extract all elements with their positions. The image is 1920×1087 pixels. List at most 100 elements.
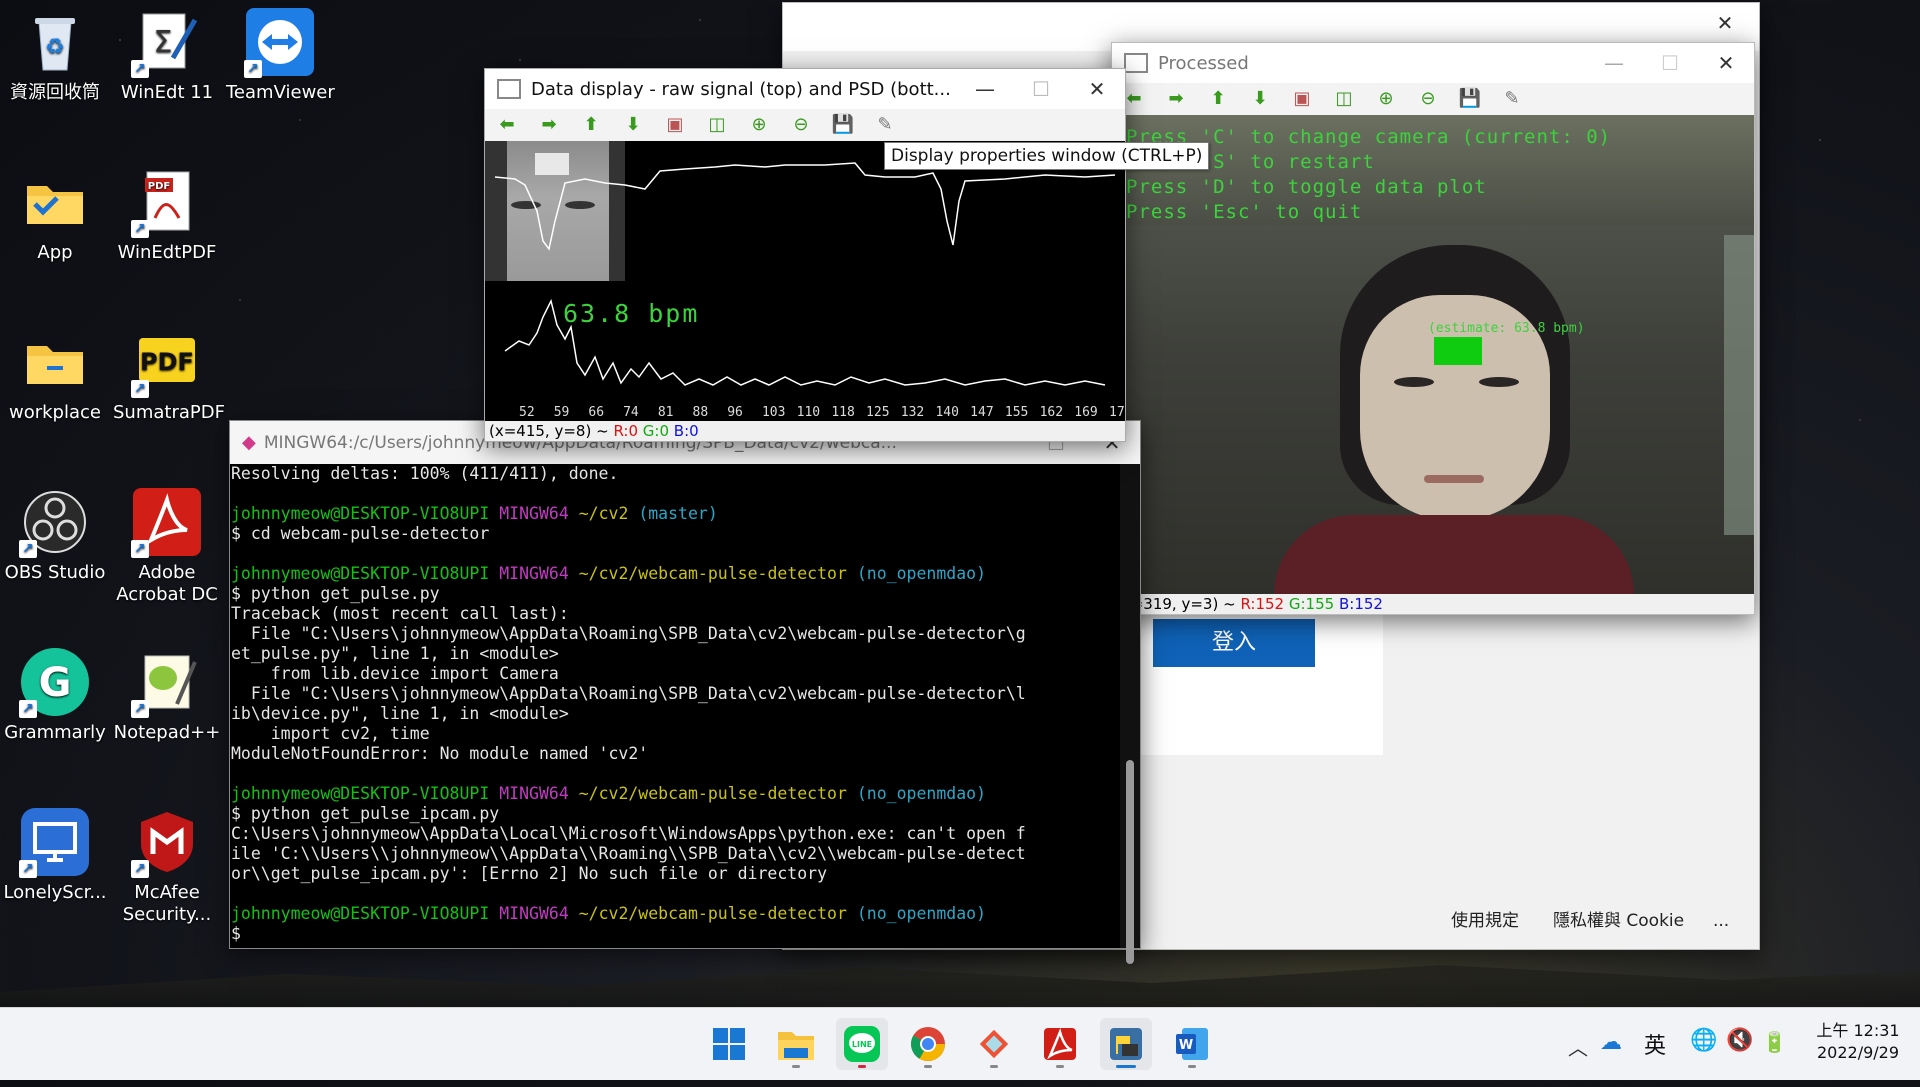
arrow-down-icon[interactable]: ⬇ [1246,87,1274,111]
processed-window[interactable]: Processed — ☐ ✕ ⬅ ➡ ⬆ ⬇ ▣ ◫ ⊕ ⊖ 💾 ✎ (est… [1111,42,1755,615]
maximize-icon[interactable]: ☐ [1642,43,1698,83]
freq-tick-label: 88 [692,405,709,420]
footer-privacy-link[interactable]: 隱私權與 Cookie [1553,906,1684,931]
chrome-icon[interactable] [902,1018,954,1070]
grammarly-icon: G ↗ [19,648,89,718]
save-icon[interactable]: 💾 [829,113,857,137]
volume-muted-icon[interactable]: 🔇 [1726,1028,1753,1053]
terminal-output[interactable]: Resolving deltas: 100% (411/411), done. j… [231,464,1120,948]
terminal-window[interactable]: ◆ MINGW64:/c/Users/johnnymeow/AppData/Ro… [229,420,1141,964]
terminal-text: import cv2, time [231,724,430,743]
word-icon[interactable]: W [1166,1018,1218,1070]
git-icon[interactable] [968,1018,1020,1070]
desktop-icon-grammarly[interactable]: G ↗ Grammarly [1,642,109,744]
arrow-up-icon[interactable]: ⬆ [577,113,605,137]
terminal-line: $ [231,924,1120,944]
scrollbar-thumb[interactable] [1126,760,1134,964]
freq-tick-label: 81 [657,405,674,420]
estimate-label: (estimate: 63.8 bpm) [1428,321,1585,336]
ime-indicator[interactable]: 英 [1644,1028,1666,1060]
zoom-out-icon[interactable]: ⊖ [1414,87,1442,111]
clock-time: 上午 12:31 [1816,1021,1900,1040]
clock[interactable]: 上午 12:31 2022/9/29 [1806,1020,1910,1064]
shortcut-arrow-icon: ↗ [131,700,149,718]
network-icon[interactable]: 🌐 [1690,1028,1717,1053]
desktop-icon-label: Notepad++ [113,722,221,743]
arrow-up-icon[interactable]: ⬆ [1204,87,1232,111]
prompt-user: johnnymeow@DESKTOP-VIO8UPI [231,904,490,923]
terminal-text: File "C:\Users\johnnymeow\AppData\Roamin… [231,624,1026,643]
acrobat-icon[interactable] [1034,1018,1086,1070]
terminal-line: $ python get_pulse_ipcam.py [231,804,1120,824]
data-display-window[interactable]: Data display - raw signal (top) and PSD … [484,68,1126,442]
desktop-icon-winedtpdf[interactable]: PDF ↗ WinEdtPDF [113,162,221,264]
desktop-icon-obs[interactable]: ↗ OBS Studio [1,482,109,584]
zoom-out-icon[interactable]: ⊖ [787,113,815,137]
properties-icon[interactable]: ✎ [1498,87,1526,111]
terminal-scrollbar[interactable] [1120,464,1140,964]
desktop-icon-label: 資源回收筒 [10,82,100,103]
desktop-icon-winedt[interactable]: Σ ↗ WinEdt 11 [113,2,221,104]
window-title: Data display - raw signal (top) and PSD … [531,78,951,100]
folder-icon [21,168,89,236]
webcam-frame: (estimate: 63.8 bpm) Press 'C' to change… [1124,115,1754,594]
maximize-icon[interactable]: ☐ [1013,69,1069,109]
overlay-line: Press 'Esc' to quit [1126,201,1363,223]
desktop-icon-sumatrapdf[interactable]: PDF ↗ SumatraPDF [113,322,225,424]
data-display-titlebar[interactable]: Data display - raw signal (top) and PSD … [485,69,1125,109]
zoom-fit-icon[interactable]: ▣ [1288,87,1316,111]
terminal-line: johnnymeow@DESKTOP-VIO8UPI MINGW64 ~/cv2… [231,564,1120,584]
close-icon[interactable]: ✕ [1698,43,1754,83]
start-icon[interactable] [703,1018,755,1070]
line-icon[interactable]: LINE [836,1018,888,1070]
footer-terms-link[interactable]: 使用規定 [1451,906,1519,931]
prompt-user: johnnymeow@DESKTOP-VIO8UPI [231,784,490,803]
zoom-region-icon[interactable]: ◫ [703,113,731,137]
arrow-right-icon[interactable]: ➡ [1162,87,1190,111]
footer-more-button[interactable]: ... [1713,911,1729,931]
desktop-icon-lonelyscreen[interactable]: ↗ LonelyScr... [1,802,109,904]
login-button[interactable]: 登入 [1153,619,1315,667]
desktop-icon-teamviewer[interactable]: ↗ TeamViewer [226,2,335,104]
terminal-line: $ python get_pulse.py [231,584,1120,604]
terminal-line: from lib.device import Camera [231,664,1120,684]
desktop-icon-mcafee[interactable]: ↗ McAfee Security... [113,802,221,926]
status-b: B:152 [1338,595,1383,613]
python-icon[interactable] [1100,1018,1152,1070]
desktop-icon-label: OBS Studio [4,562,106,583]
zoom-in-icon[interactable]: ⊕ [745,113,773,137]
processed-titlebar[interactable]: Processed — ☐ ✕ [1112,43,1754,83]
battery-icon[interactable]: 🔋 [1762,1030,1787,1054]
freq-tick-label: 140 [935,405,959,420]
desktop-icon-workplace[interactable]: workplace [1,322,109,424]
save-icon[interactable]: 💾 [1456,87,1484,111]
freq-tick-label: 132 [900,405,925,420]
onedrive-icon[interactable]: ☁ [1600,1030,1622,1055]
minimize-icon[interactable]: — [957,69,1013,109]
minimize-icon[interactable]: — [1586,43,1642,83]
shortcut-arrow-icon: ↗ [131,540,149,558]
close-icon[interactable]: ✕ [1069,69,1125,109]
desktop-icon-app[interactable]: App [1,162,109,264]
zoom-in-icon[interactable]: ⊕ [1372,87,1400,111]
arrow-right-icon[interactable]: ➡ [535,113,563,137]
status-coords: (x=415, y=8) ~ [489,422,609,440]
desktop-icon-recycle-bin[interactable]: ♻ 資源回收筒 [1,2,109,104]
properties-icon[interactable]: ✎ [871,113,899,137]
close-icon[interactable]: ✕ [1697,3,1753,43]
chevron-up-icon[interactable]: ︿ [1568,1032,1588,1061]
login-card: 登入 [1123,611,1383,755]
file-explorer-icon[interactable] [770,1018,822,1070]
zoom-fit-icon[interactable]: ▣ [661,113,689,137]
desktop-icon-acrobat[interactable]: ↗ Adobe Acrobat DC [113,482,221,606]
zoom-region-icon[interactable]: ◫ [1330,87,1358,111]
desktop-icon-notepadpp[interactable]: ↗ Notepad++ [113,642,221,744]
prompt-shell: MINGW64 [499,564,569,583]
arrow-left-icon[interactable]: ⬅ [493,113,521,137]
arrow-down-icon[interactable]: ⬇ [619,113,647,137]
svg-text:PDF: PDF [148,181,170,192]
freq-tick-label: 155 [1004,405,1029,420]
terminal-text: from lib.device import Camera [231,664,559,683]
